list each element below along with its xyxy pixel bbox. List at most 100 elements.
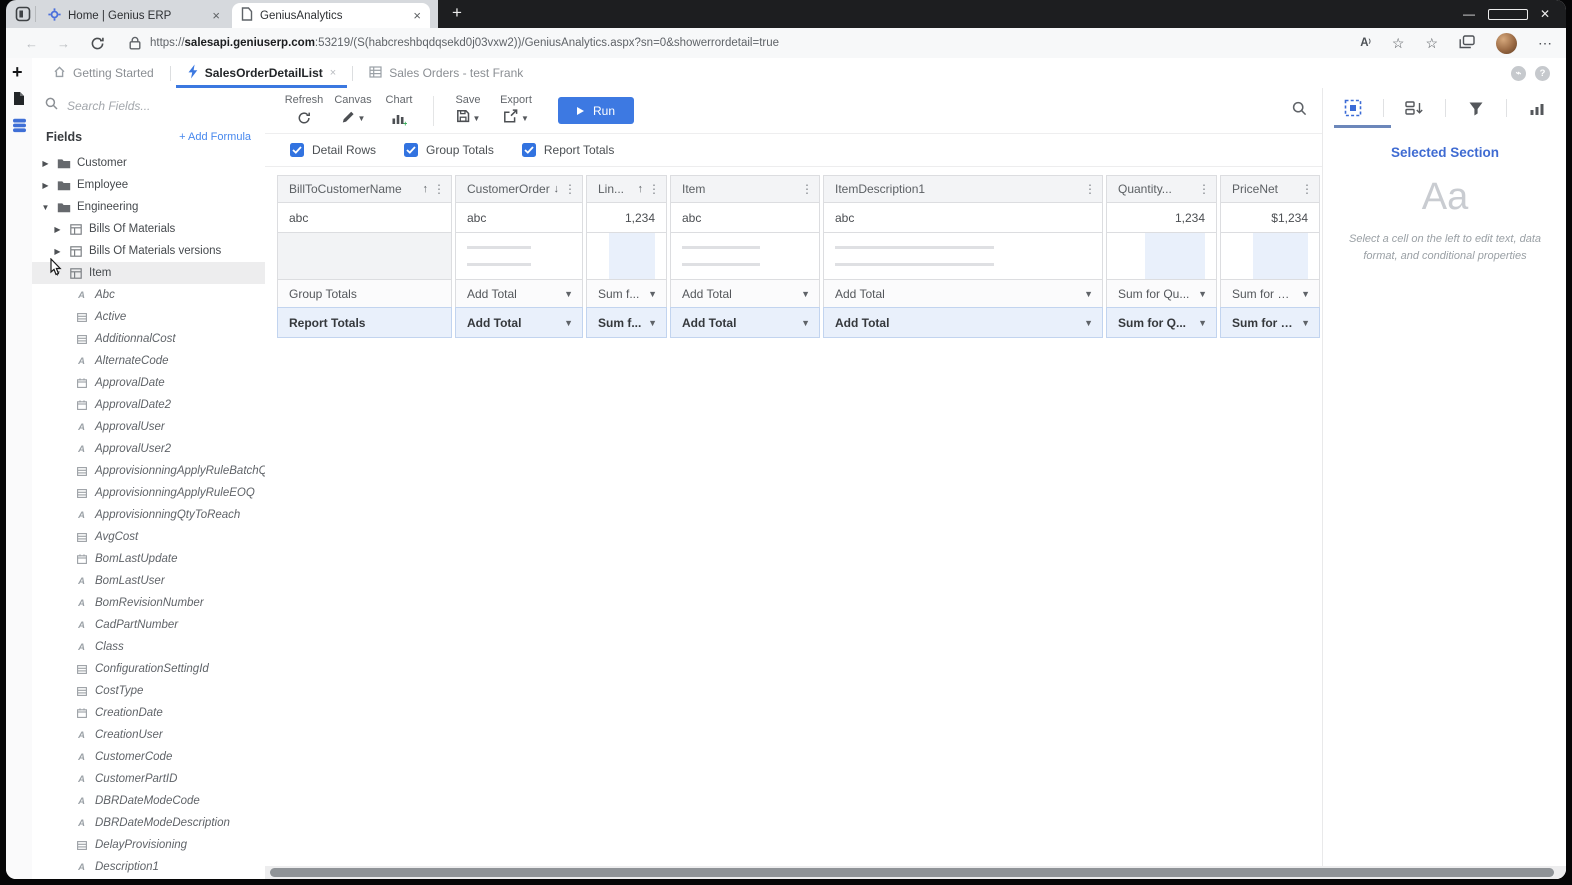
group-total-dropdown[interactable]: Add Total▼ [455,279,583,308]
column-header-itemdescription1[interactable]: ItemDescription1⋮ [823,175,1103,203]
selection-tab[interactable] [1323,99,1383,117]
chart-tab[interactable] [1507,101,1566,116]
field-tree-item-engineering[interactable]: ▼Engineering [32,196,265,218]
browser-tab-home[interactable]: Home | Genius ERP × [39,3,229,28]
field-tree-item-approvaldate[interactable]: ApprovalDate [32,372,265,394]
minimize-icon[interactable]: — [1450,0,1488,28]
field-tree-item-approvisionningapplyrulebatchqty[interactable]: ApprovisionningApplyRuleBatchQty [32,460,265,482]
url-text[interactable]: https://salesapi.geniuserp.com:53219/(S(… [150,37,779,49]
column-header-customerorder[interactable]: CustomerOrder↓⋮ [455,175,583,203]
report-total-dropdown[interactable]: Sum for Q...▼ [1106,307,1217,338]
field-tree-item-dbrdatemodecode[interactable]: ADBRDateModeCode [32,790,265,812]
field-tree-item-abc[interactable]: AAbc [32,284,265,306]
profile-avatar[interactable] [1496,33,1517,54]
settings-menu-icon[interactable]: ⋯ [1538,35,1552,52]
field-tree-item-active[interactable]: Active [32,306,265,328]
field-tree-item-bills-of-materials-versions[interactable]: ▶Bills Of Materials versions [32,240,265,262]
group-total-dropdown[interactable]: Sum for Pr...▼ [1220,279,1320,308]
report-total-dropdown[interactable]: Add Total▼ [823,307,1103,338]
field-tree-item-delayprovisioning[interactable]: DelayProvisioning [32,834,265,856]
report-total-dropdown[interactable]: Sum for P...▼ [1220,307,1320,338]
close-report-tab-icon[interactable]: × [330,67,336,79]
field-tree-item-additionnalcost[interactable]: AdditionnalCost [32,328,265,350]
close-tab-icon[interactable]: × [212,9,220,22]
field-tree-item-description1[interactable]: ADescription1 [32,856,265,878]
tab-actions-icon[interactable] [15,6,31,27]
group-total-dropdown[interactable]: Add Total▼ [823,279,1103,308]
field-tree-item-class[interactable]: AClass [32,636,265,658]
browser-tab-geniusanalytics[interactable]: GeniusAnalytics × [232,3,430,28]
report-totals-checkbox[interactable]: Report Totals [522,143,614,157]
detail-cell[interactable]: abc [670,202,820,233]
back-icon[interactable]: ← [25,36,38,51]
field-tree-item-bills-of-materials[interactable]: ▶Bills Of Materials [32,218,265,240]
forward-icon[interactable]: → [57,36,70,51]
chart-button[interactable]: Chart + [377,94,421,126]
expand-icon[interactable]: ▶ [41,181,50,190]
field-tree-item-bomrevisionnumber[interactable]: ABomRevisionNumber [32,592,265,614]
field-tree-item-approvaluser2[interactable]: AApprovalUser2 [32,438,265,460]
read-aloud-icon[interactable]: A⁾ [1360,37,1371,49]
field-tree-item-costtype[interactable]: CostType [32,680,265,702]
detail-cell[interactable]: 1,234 [1106,202,1217,233]
collapse-icon[interactable]: ▼ [41,203,50,212]
collections-icon[interactable] [1459,35,1475,52]
sort-desc-icon[interactable]: ↓ [554,183,560,195]
field-tree-item-dbrdatemodedescription[interactable]: ADBRDateModeDescription [32,812,265,834]
column-header-quantity[interactable]: Quantity...⋮ [1106,175,1217,203]
column-header-billtocustomername[interactable]: BillToCustomerName↑⋮ [277,175,452,203]
field-tree-item-configurationsettingid[interactable]: ConfigurationSettingId [32,658,265,680]
search-report-icon[interactable] [1292,101,1307,121]
add-formula-link[interactable]: + Add Formula [179,131,251,143]
detail-rows-checkbox[interactable]: Detail Rows [290,143,376,157]
save-button[interactable]: Save ▼ [446,94,490,126]
detail-cell[interactable]: 1,234 [586,202,667,233]
column-menu-icon[interactable]: ⋮ [1084,182,1096,196]
favorites-icon[interactable]: ☆ [1425,35,1438,52]
field-tree-item-alternatecode[interactable]: AAlternateCode [32,350,265,372]
report-total-dropdown[interactable]: Add Total▼ [455,307,583,338]
column-header-pricenet[interactable]: PriceNet⋮ [1220,175,1320,203]
field-tree-item-creationdate[interactable]: CreationDate [32,702,265,724]
maximize-icon[interactable] [1488,0,1526,28]
detail-cell[interactable]: abc [277,202,452,233]
field-tree-item-avgcost[interactable]: AvgCost [32,526,265,548]
search-fields-input[interactable]: Search Fields... [32,94,265,118]
detail-cell[interactable]: abc [455,202,583,233]
column-header-item[interactable]: Item⋮ [670,175,820,203]
field-tree-item-bomlastuser[interactable]: ABomLastUser [32,570,265,592]
column-menu-icon[interactable]: ⋮ [1301,182,1313,196]
field-tree-item-customerpartid[interactable]: ACustomerPartID [32,768,265,790]
field-tree-item-approvisionningqtytoreach[interactable]: AApprovisionningQtyToReach [32,504,265,526]
group-total-dropdown[interactable]: Add Total▼ [670,279,820,308]
refresh-icon[interactable] [90,36,105,51]
database-icon[interactable] [11,118,28,138]
export-button[interactable]: Export ▼ [492,94,540,126]
help-icon[interactable]: ? [1535,66,1550,81]
close-tab-icon[interactable]: × [413,9,421,22]
filter-tab[interactable] [1446,101,1506,116]
field-tree-item-description2[interactable]: ADescription2 [32,878,265,879]
column-header-lin[interactable]: Lin...↑⋮ [586,175,667,203]
column-menu-icon[interactable]: ⋮ [648,182,660,196]
field-tree-item-customer[interactable]: ▶Customer [32,152,265,174]
field-tree-item-approvisionningapplyruleeoq[interactable]: ApprovisionningApplyRuleEOQ [32,482,265,504]
group-total-dropdown[interactable]: Sum for Qu...▼ [1106,279,1217,308]
new-tab-icon[interactable]: + [452,3,462,23]
file-icon[interactable] [12,91,25,111]
column-menu-icon[interactable]: ⋮ [1198,182,1210,196]
column-menu-icon[interactable]: ⋮ [433,182,445,196]
expand-icon[interactable]: ▶ [53,225,62,234]
field-tree-item-bomlastupdate[interactable]: BomLastUpdate [32,548,265,570]
horizontal-scrollbar[interactable] [265,866,1566,879]
collapse-icon[interactable]: ▼ [53,269,62,278]
expand-icon[interactable]: ▶ [41,159,50,168]
canvas-button[interactable]: Canvas ▼ [329,94,377,126]
sort-tab[interactable] [1384,100,1444,116]
detail-cell[interactable]: abc [823,202,1103,233]
field-tree-item-cadpartnumber[interactable]: ACadPartNumber [32,614,265,636]
column-menu-icon[interactable]: ⋮ [801,182,813,196]
field-tree-item-approvaluser[interactable]: AApprovalUser [32,416,265,438]
sort-asc-icon[interactable]: ↑ [638,183,644,195]
field-tree-item-creationuser[interactable]: ACreationUser [32,724,265,746]
